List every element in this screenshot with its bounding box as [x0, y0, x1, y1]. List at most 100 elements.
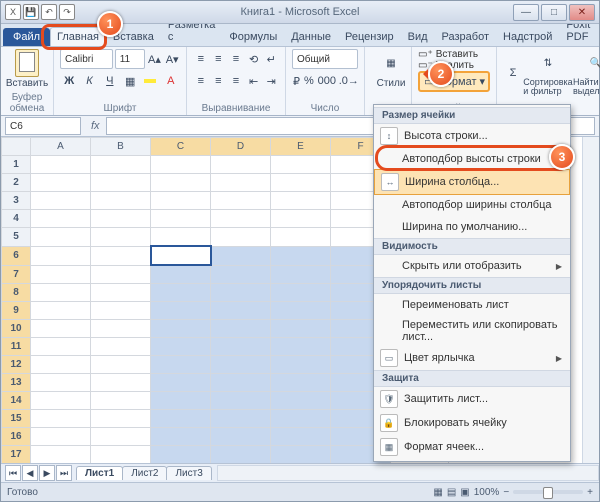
cell[interactable]	[211, 338, 271, 356]
cell-styles-button[interactable]: ▦ Стили	[371, 49, 411, 89]
insert-cells-button[interactable]: Вставить	[436, 49, 478, 60]
row-header-4[interactable]: 4	[2, 210, 31, 228]
cell[interactable]	[91, 246, 151, 265]
row-header-9[interactable]: 9	[2, 302, 31, 320]
select-all-corner[interactable]	[2, 138, 31, 156]
orientation-button[interactable]: ⟲	[246, 49, 262, 69]
cell[interactable]	[31, 210, 91, 228]
cell[interactable]	[151, 320, 211, 338]
menu-column-width[interactable]: ↔Ширина столбца...	[374, 169, 570, 195]
menu-row-height[interactable]: ↕Высота строки...	[374, 124, 570, 148]
cell[interactable]	[91, 428, 151, 446]
cell[interactable]	[211, 320, 271, 338]
tab-data[interactable]: Данные	[284, 27, 338, 46]
cell[interactable]	[211, 265, 271, 284]
sheet-nav-buttons[interactable]: ⏮◀▶⏭	[5, 465, 72, 481]
cell[interactable]	[31, 284, 91, 302]
cell[interactable]	[211, 374, 271, 392]
qat-redo[interactable]: ↷	[59, 4, 75, 20]
cell[interactable]	[151, 356, 211, 374]
font-size-select[interactable]: 11	[115, 49, 145, 69]
tab-view[interactable]: Вид	[401, 27, 435, 46]
row-header-10[interactable]: 10	[2, 320, 31, 338]
row-header-6[interactable]: 6	[2, 246, 31, 265]
cell[interactable]	[31, 356, 91, 374]
cell[interactable]	[271, 410, 331, 428]
align-middle-button[interactable]: ≡	[211, 49, 227, 69]
border-button[interactable]: ▦	[121, 71, 139, 91]
cell[interactable]	[211, 284, 271, 302]
cell[interactable]	[91, 284, 151, 302]
menu-format-cells[interactable]: ▦Формат ячеек...	[374, 435, 570, 459]
cell[interactable]	[91, 302, 151, 320]
col-header-B[interactable]: B	[91, 138, 151, 156]
menu-tab-color[interactable]: ▭Цвет ярлычка▶	[374, 346, 570, 370]
cell[interactable]	[31, 228, 91, 247]
cell[interactable]	[151, 246, 211, 265]
cell[interactable]	[271, 374, 331, 392]
number-format-select[interactable]: Общий	[292, 49, 358, 69]
sort-filter-button[interactable]: ⇅ Сортировка и фильтр	[525, 49, 571, 96]
close-button[interactable]: ✕	[569, 4, 595, 21]
cell[interactable]	[91, 210, 151, 228]
fx-icon[interactable]: fx	[91, 120, 100, 132]
align-center-button[interactable]: ≡	[211, 71, 227, 91]
cell[interactable]	[31, 410, 91, 428]
cell[interactable]	[211, 392, 271, 410]
cell[interactable]	[91, 174, 151, 192]
row-header-5[interactable]: 5	[2, 228, 31, 247]
cell[interactable]	[271, 192, 331, 210]
cell[interactable]	[31, 246, 91, 265]
sheet-tab-2[interactable]: Лист2	[122, 466, 167, 480]
menu-lock-cell[interactable]: 🔒Блокировать ячейку	[374, 411, 570, 435]
cell[interactable]	[91, 446, 151, 464]
cell[interactable]	[271, 210, 331, 228]
tab-review[interactable]: Рецензир	[338, 27, 401, 46]
inc-decimal-button[interactable]: .0→	[339, 71, 359, 91]
row-header-15[interactable]: 15	[2, 410, 31, 428]
cell[interactable]	[271, 428, 331, 446]
cell[interactable]	[31, 156, 91, 174]
wrap-text-button[interactable]: ↵	[263, 49, 279, 69]
cell[interactable]	[151, 265, 211, 284]
cell[interactable]	[31, 192, 91, 210]
cell[interactable]	[271, 174, 331, 192]
align-bottom-button[interactable]: ≡	[228, 49, 244, 69]
cell[interactable]	[271, 228, 331, 247]
tab-file[interactable]: Файл	[3, 28, 50, 46]
cell[interactable]	[211, 228, 271, 247]
row-header-2[interactable]: 2	[2, 174, 31, 192]
row-header-16[interactable]: 16	[2, 428, 31, 446]
cell[interactable]	[91, 374, 151, 392]
sheet-tab-1[interactable]: Лист1	[76, 466, 123, 480]
cell[interactable]	[91, 156, 151, 174]
cell[interactable]	[31, 174, 91, 192]
cell[interactable]	[91, 338, 151, 356]
cell[interactable]	[211, 174, 271, 192]
menu-autofit-row[interactable]: Автоподбор высоты строки	[374, 148, 570, 170]
comma-button[interactable]: 000	[317, 71, 337, 91]
percent-button[interactable]: %	[303, 71, 315, 91]
cell[interactable]	[151, 210, 211, 228]
sheet-tab-3[interactable]: Лист3	[166, 466, 211, 480]
view-pagebreak-icon[interactable]: ▣	[460, 487, 469, 498]
col-header-C[interactable]: C	[151, 138, 211, 156]
cell[interactable]	[211, 356, 271, 374]
cell[interactable]	[271, 320, 331, 338]
cell[interactable]	[91, 410, 151, 428]
col-header-D[interactable]: D	[211, 138, 271, 156]
cell[interactable]	[91, 356, 151, 374]
cell[interactable]	[91, 265, 151, 284]
cell[interactable]	[271, 338, 331, 356]
cell[interactable]	[31, 428, 91, 446]
menu-default-width[interactable]: Ширина по умолчанию...	[374, 216, 570, 238]
tab-addins[interactable]: Надстрой	[496, 27, 559, 46]
cell[interactable]	[271, 156, 331, 174]
tab-developer[interactable]: Разработ	[435, 27, 496, 46]
cell[interactable]	[91, 320, 151, 338]
cell[interactable]	[151, 410, 211, 428]
menu-hide-unhide[interactable]: Скрыть или отобразить▶	[374, 255, 570, 277]
cell[interactable]	[271, 302, 331, 320]
bold-button[interactable]: Ж	[60, 71, 78, 91]
cell[interactable]	[271, 284, 331, 302]
